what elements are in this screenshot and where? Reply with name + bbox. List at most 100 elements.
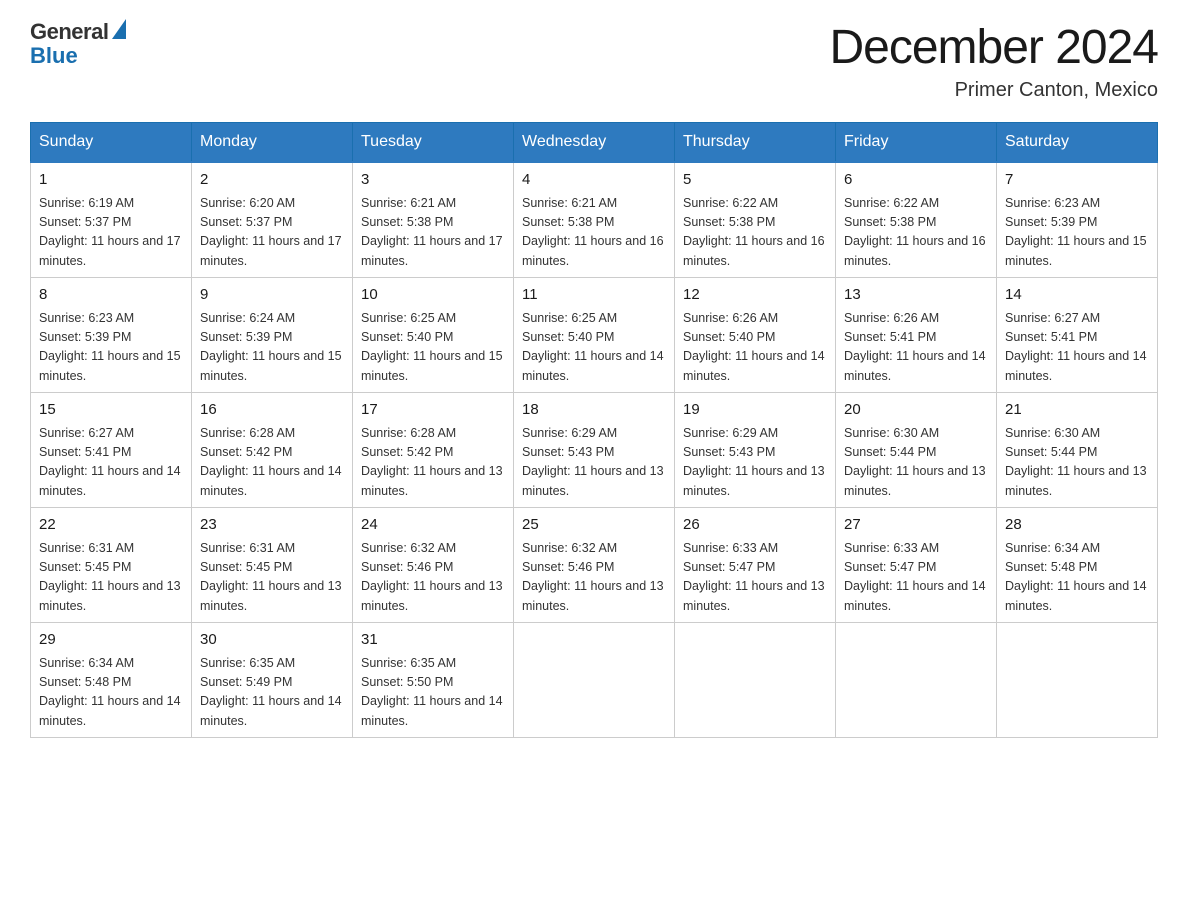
calendar-cell: 3Sunrise: 6:21 AMSunset: 5:38 PMDaylight… <box>353 162 514 278</box>
day-info: Sunrise: 6:27 AMSunset: 5:41 PMDaylight:… <box>1005 309 1149 387</box>
logo-triangle-icon <box>112 19 126 39</box>
day-info: Sunrise: 6:19 AMSunset: 5:37 PMDaylight:… <box>39 194 183 272</box>
calendar-cell: 19Sunrise: 6:29 AMSunset: 5:43 PMDayligh… <box>675 393 836 508</box>
day-number: 29 <box>39 629 183 652</box>
day-info: Sunrise: 6:28 AMSunset: 5:42 PMDaylight:… <box>361 424 505 502</box>
calendar-cell: 11Sunrise: 6:25 AMSunset: 5:40 PMDayligh… <box>514 278 675 393</box>
calendar-cell <box>514 623 675 738</box>
calendar-cell: 22Sunrise: 6:31 AMSunset: 5:45 PMDayligh… <box>31 508 192 623</box>
day-number: 4 <box>522 169 666 192</box>
calendar-cell: 17Sunrise: 6:28 AMSunset: 5:42 PMDayligh… <box>353 393 514 508</box>
calendar-cell <box>836 623 997 738</box>
calendar-cell: 12Sunrise: 6:26 AMSunset: 5:40 PMDayligh… <box>675 278 836 393</box>
calendar-cell: 5Sunrise: 6:22 AMSunset: 5:38 PMDaylight… <box>675 162 836 278</box>
day-info: Sunrise: 6:34 AMSunset: 5:48 PMDaylight:… <box>39 654 183 732</box>
logo-blue-text: Blue <box>30 44 126 68</box>
calendar-cell: 25Sunrise: 6:32 AMSunset: 5:46 PMDayligh… <box>514 508 675 623</box>
day-info: Sunrise: 6:30 AMSunset: 5:44 PMDaylight:… <box>844 424 988 502</box>
day-number: 16 <box>200 399 344 422</box>
day-number: 6 <box>844 169 988 192</box>
calendar-cell: 30Sunrise: 6:35 AMSunset: 5:49 PMDayligh… <box>192 623 353 738</box>
day-number: 25 <box>522 514 666 537</box>
calendar-cell: 2Sunrise: 6:20 AMSunset: 5:37 PMDaylight… <box>192 162 353 278</box>
day-number: 21 <box>1005 399 1149 422</box>
day-number: 23 <box>200 514 344 537</box>
day-info: Sunrise: 6:29 AMSunset: 5:43 PMDaylight:… <box>683 424 827 502</box>
day-info: Sunrise: 6:31 AMSunset: 5:45 PMDaylight:… <box>39 539 183 617</box>
day-info: Sunrise: 6:33 AMSunset: 5:47 PMDaylight:… <box>683 539 827 617</box>
logo-general-text: General <box>30 20 108 44</box>
day-number: 2 <box>200 169 344 192</box>
day-number: 10 <box>361 284 505 307</box>
day-number: 12 <box>683 284 827 307</box>
day-info: Sunrise: 6:33 AMSunset: 5:47 PMDaylight:… <box>844 539 988 617</box>
calendar-cell: 7Sunrise: 6:23 AMSunset: 5:39 PMDaylight… <box>997 162 1158 278</box>
day-info: Sunrise: 6:28 AMSunset: 5:42 PMDaylight:… <box>200 424 344 502</box>
calendar-cell: 29Sunrise: 6:34 AMSunset: 5:48 PMDayligh… <box>31 623 192 738</box>
day-number: 14 <box>1005 284 1149 307</box>
calendar-cell: 9Sunrise: 6:24 AMSunset: 5:39 PMDaylight… <box>192 278 353 393</box>
day-number: 31 <box>361 629 505 652</box>
day-info: Sunrise: 6:27 AMSunset: 5:41 PMDaylight:… <box>39 424 183 502</box>
day-info: Sunrise: 6:26 AMSunset: 5:40 PMDaylight:… <box>683 309 827 387</box>
calendar-cell <box>675 623 836 738</box>
calendar-cell: 6Sunrise: 6:22 AMSunset: 5:38 PMDaylight… <box>836 162 997 278</box>
calendar-cell: 13Sunrise: 6:26 AMSunset: 5:41 PMDayligh… <box>836 278 997 393</box>
day-number: 9 <box>200 284 344 307</box>
column-header-wednesday: Wednesday <box>514 123 675 163</box>
calendar-cell: 1Sunrise: 6:19 AMSunset: 5:37 PMDaylight… <box>31 162 192 278</box>
week-row-5: 29Sunrise: 6:34 AMSunset: 5:48 PMDayligh… <box>31 623 1158 738</box>
day-info: Sunrise: 6:21 AMSunset: 5:38 PMDaylight:… <box>522 194 666 272</box>
day-number: 7 <box>1005 169 1149 192</box>
day-info: Sunrise: 6:25 AMSunset: 5:40 PMDaylight:… <box>361 309 505 387</box>
day-info: Sunrise: 6:32 AMSunset: 5:46 PMDaylight:… <box>361 539 505 617</box>
day-number: 28 <box>1005 514 1149 537</box>
calendar-cell: 26Sunrise: 6:33 AMSunset: 5:47 PMDayligh… <box>675 508 836 623</box>
calendar-cell: 23Sunrise: 6:31 AMSunset: 5:45 PMDayligh… <box>192 508 353 623</box>
day-info: Sunrise: 6:35 AMSunset: 5:50 PMDaylight:… <box>361 654 505 732</box>
calendar-cell: 14Sunrise: 6:27 AMSunset: 5:41 PMDayligh… <box>997 278 1158 393</box>
calendar-cell: 28Sunrise: 6:34 AMSunset: 5:48 PMDayligh… <box>997 508 1158 623</box>
day-number: 3 <box>361 169 505 192</box>
week-row-4: 22Sunrise: 6:31 AMSunset: 5:45 PMDayligh… <box>31 508 1158 623</box>
day-number: 5 <box>683 169 827 192</box>
day-number: 18 <box>522 399 666 422</box>
calendar-cell: 16Sunrise: 6:28 AMSunset: 5:42 PMDayligh… <box>192 393 353 508</box>
location-subtitle: Primer Canton, Mexico <box>829 79 1158 102</box>
column-header-friday: Friday <box>836 123 997 163</box>
day-number: 13 <box>844 284 988 307</box>
day-number: 20 <box>844 399 988 422</box>
logo: General Blue <box>30 20 126 68</box>
calendar-cell <box>997 623 1158 738</box>
title-block: December 2024 Primer Canton, Mexico <box>829 20 1158 102</box>
day-number: 11 <box>522 284 666 307</box>
day-number: 8 <box>39 284 183 307</box>
column-header-tuesday: Tuesday <box>353 123 514 163</box>
column-header-thursday: Thursday <box>675 123 836 163</box>
day-number: 26 <box>683 514 827 537</box>
calendar-cell: 24Sunrise: 6:32 AMSunset: 5:46 PMDayligh… <box>353 508 514 623</box>
day-number: 30 <box>200 629 344 652</box>
day-number: 15 <box>39 399 183 422</box>
calendar-header-row: SundayMondayTuesdayWednesdayThursdayFrid… <box>31 123 1158 163</box>
calendar-cell: 15Sunrise: 6:27 AMSunset: 5:41 PMDayligh… <box>31 393 192 508</box>
day-info: Sunrise: 6:29 AMSunset: 5:43 PMDaylight:… <box>522 424 666 502</box>
calendar-cell: 8Sunrise: 6:23 AMSunset: 5:39 PMDaylight… <box>31 278 192 393</box>
day-number: 19 <box>683 399 827 422</box>
week-row-3: 15Sunrise: 6:27 AMSunset: 5:41 PMDayligh… <box>31 393 1158 508</box>
day-info: Sunrise: 6:35 AMSunset: 5:49 PMDaylight:… <box>200 654 344 732</box>
day-info: Sunrise: 6:31 AMSunset: 5:45 PMDaylight:… <box>200 539 344 617</box>
calendar-cell: 10Sunrise: 6:25 AMSunset: 5:40 PMDayligh… <box>353 278 514 393</box>
day-info: Sunrise: 6:22 AMSunset: 5:38 PMDaylight:… <box>844 194 988 272</box>
column-header-sunday: Sunday <box>31 123 192 163</box>
page-header: General Blue December 2024 Primer Canton… <box>30 20 1158 102</box>
day-number: 22 <box>39 514 183 537</box>
column-header-saturday: Saturday <box>997 123 1158 163</box>
day-number: 27 <box>844 514 988 537</box>
day-number: 17 <box>361 399 505 422</box>
day-info: Sunrise: 6:21 AMSunset: 5:38 PMDaylight:… <box>361 194 505 272</box>
calendar-cell: 20Sunrise: 6:30 AMSunset: 5:44 PMDayligh… <box>836 393 997 508</box>
day-info: Sunrise: 6:20 AMSunset: 5:37 PMDaylight:… <box>200 194 344 272</box>
day-info: Sunrise: 6:30 AMSunset: 5:44 PMDaylight:… <box>1005 424 1149 502</box>
day-info: Sunrise: 6:34 AMSunset: 5:48 PMDaylight:… <box>1005 539 1149 617</box>
